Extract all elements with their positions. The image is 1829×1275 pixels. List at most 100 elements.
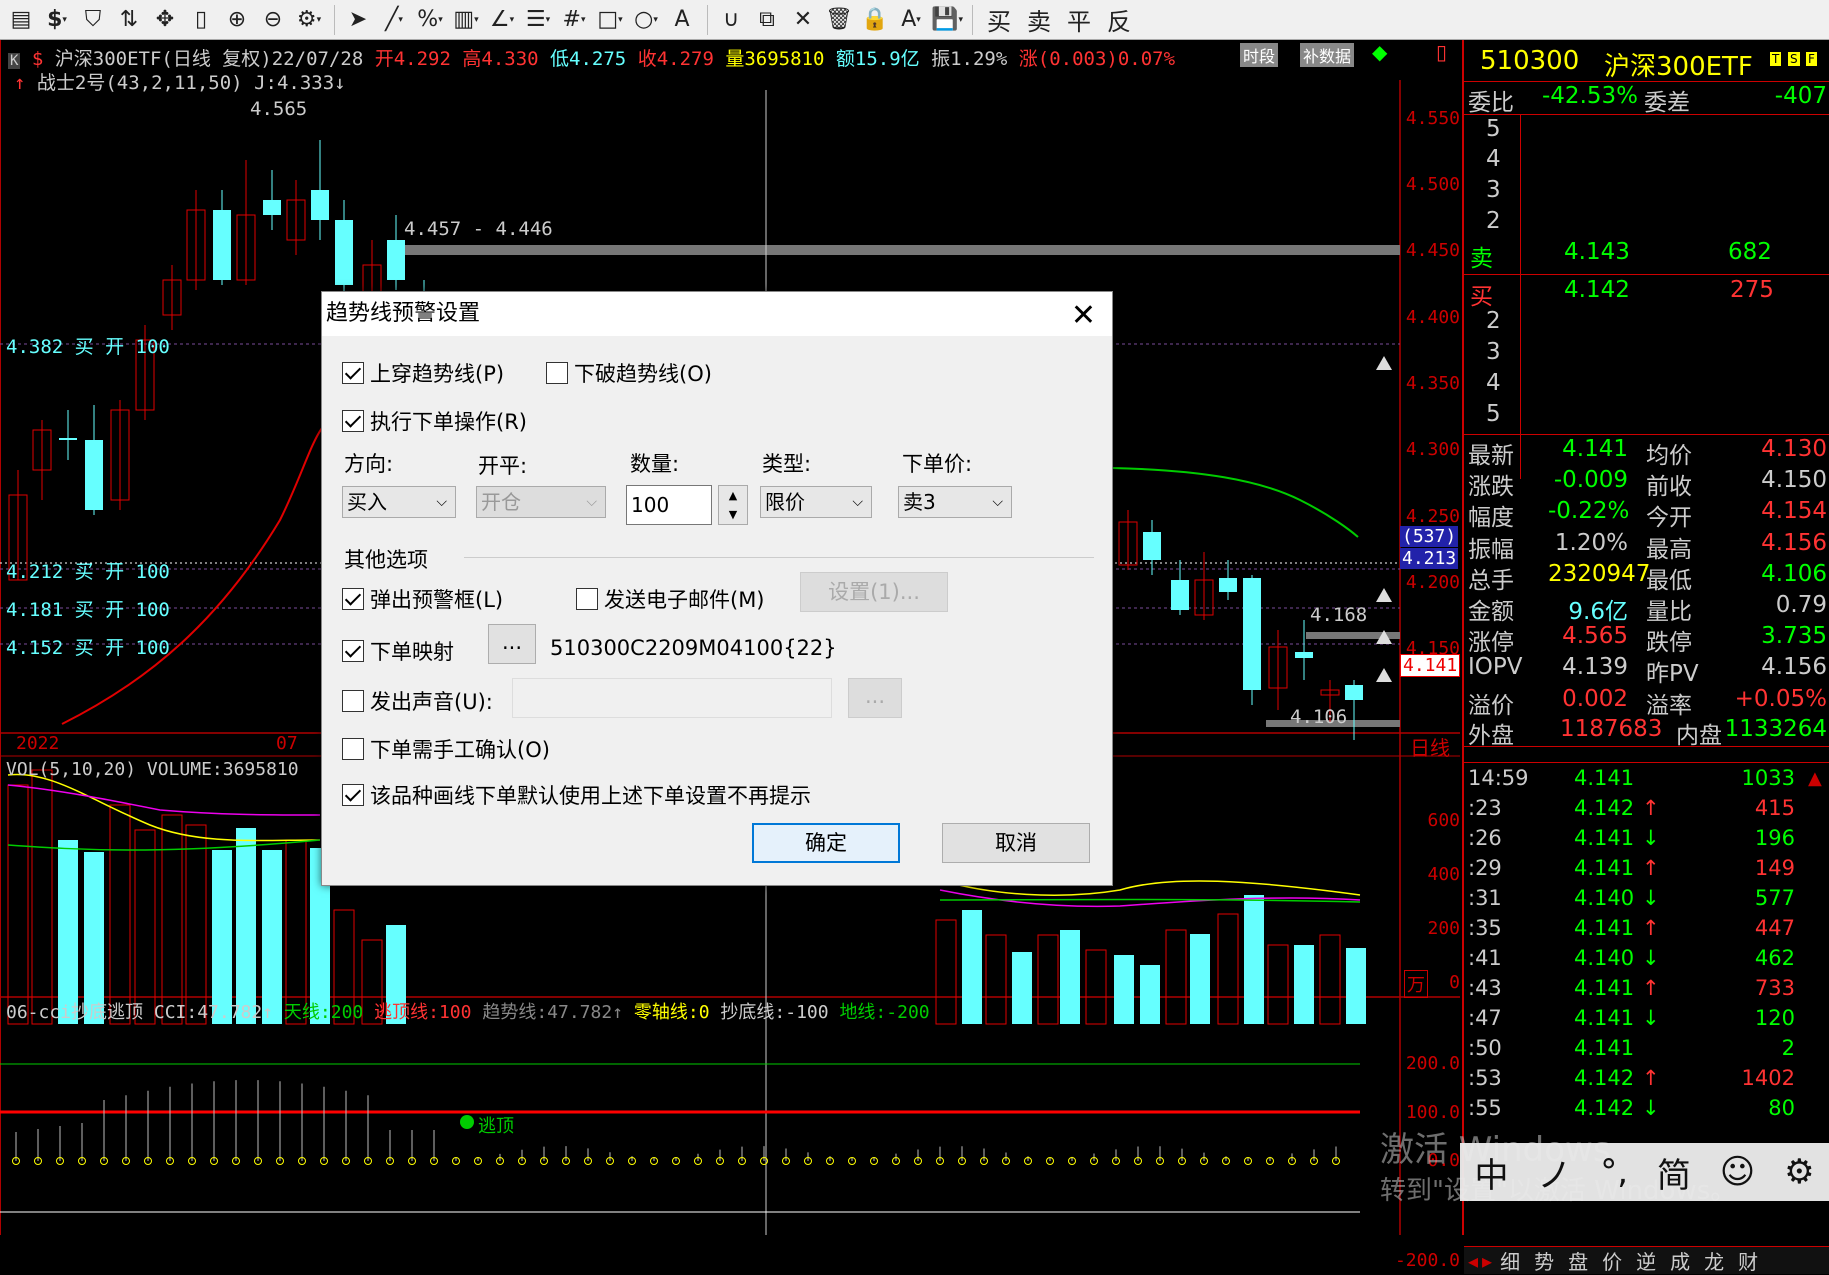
tab-finance[interactable]: 财	[1738, 1246, 1758, 1275]
line-icon[interactable]: ╱ ▾	[377, 3, 411, 37]
cancel-button[interactable]: 取消	[942, 823, 1090, 863]
order-line-1[interactable]: 4.382 买 开 100	[6, 332, 170, 359]
ruler-icon[interactable]: ▯	[184, 3, 218, 37]
cb-cross-up[interactable]: 上穿趋势线(P)	[342, 358, 504, 388]
color-icon[interactable]: A ▾	[894, 3, 928, 37]
ime-simplified-icon[interactable]: 简	[1657, 1148, 1691, 1197]
candle-body	[311, 190, 329, 220]
stat-value: 0.002	[1562, 685, 1628, 712]
cb-order-mapping[interactable]: 下单映射	[342, 636, 454, 666]
cb-use-default[interactable]: 该品种画线下单默认使用上述下单设置不再提示	[342, 780, 811, 810]
copy-icon[interactable]: ⧉	[750, 3, 784, 37]
tab-price[interactable]: 价	[1602, 1246, 1622, 1275]
vol-tick: 200	[1427, 918, 1460, 939]
cross-icon[interactable]: ✕	[786, 3, 820, 37]
ime-chinese-icon[interactable]: 中	[1474, 1148, 1508, 1197]
lock-icon[interactable]: 🔒	[858, 3, 892, 37]
ime-punct-icon[interactable]: °,	[1600, 1152, 1628, 1192]
volume-bar	[185, 824, 207, 1025]
cb-play-sound[interactable]: 发出声音(U):	[342, 686, 493, 716]
dollar-icon[interactable]: $ ▾	[40, 3, 74, 37]
sell-level-5[interactable]: 5	[1464, 116, 1829, 146]
reverse-button[interactable]: 反	[1099, 2, 1139, 37]
zoom-in-icon[interactable]: ⊕	[220, 3, 254, 37]
gear-icon[interactable]: ⚙ ▾	[292, 3, 326, 37]
stat-label: 昨PV	[1646, 661, 1699, 688]
tab-book[interactable]: 盘	[1568, 1246, 1588, 1275]
sell-button[interactable]: 卖	[1019, 2, 1059, 37]
trash-icon[interactable]: 🗑	[822, 3, 856, 37]
stat-row: 最新 4.141 均价 4.130	[1464, 436, 1829, 469]
buy-level-4[interactable]: 4	[1464, 370, 1829, 400]
tab-detail[interactable]: 细	[1500, 1246, 1520, 1275]
grid-icon[interactable]: # ▾	[557, 3, 591, 37]
filter-icon[interactable]: ⛉	[76, 3, 110, 37]
tab-dragon[interactable]: 龙	[1704, 1246, 1724, 1275]
k-icon[interactable]: K	[8, 53, 21, 69]
chevron-down-icon: ⌵	[852, 494, 863, 510]
quantity-stepper[interactable]: ▲ ▼	[718, 485, 748, 525]
panel-toggle-icon[interactable]: ▯	[1436, 40, 1447, 64]
tab-deal[interactable]: 成	[1670, 1246, 1690, 1275]
tab-prev-icon[interactable]: ◂	[1468, 1249, 1478, 1273]
candle-body	[59, 438, 77, 440]
ime-settings-icon[interactable]: ⚙	[1784, 1152, 1814, 1192]
price-select[interactable]: 卖3 ⌵	[898, 486, 1012, 518]
ime-emoji-icon[interactable]: ☺	[1720, 1152, 1755, 1192]
mapping-browse-button[interactable]: ...	[488, 624, 536, 664]
volume-bar	[109, 804, 131, 1025]
direction-select[interactable]: 买入 ⌵	[342, 486, 456, 518]
text-icon[interactable]: A	[665, 3, 699, 37]
buy-level-5[interactable]: 5	[1464, 401, 1829, 431]
cb-execute-order[interactable]: 执行下单操作(R)	[342, 406, 527, 436]
sell-level-2[interactable]: 2	[1464, 208, 1829, 238]
bars-icon[interactable]: ▥ ▾	[449, 3, 483, 37]
stat-label: 最低	[1646, 567, 1692, 594]
buy-level-2[interactable]: 2	[1464, 308, 1829, 338]
f-badge-icon: F	[1806, 52, 1817, 66]
order-line-4[interactable]: 4.152 买 开 100	[6, 633, 170, 660]
close-position-button[interactable]: 平	[1059, 2, 1099, 37]
type-select[interactable]: 限价 ⌵	[760, 486, 872, 518]
cb-break-down[interactable]: 下破趋势线(O)	[546, 358, 712, 388]
candle-body	[335, 220, 353, 285]
circle-icon[interactable]: ○ ▾	[629, 3, 663, 37]
order-line-3[interactable]: 4.181 买 开 100	[6, 595, 170, 622]
sell-level-1[interactable]: 卖 4.143 682	[1464, 239, 1829, 272]
ime-moon-icon[interactable]: ノ	[1537, 1148, 1571, 1197]
angle-icon[interactable]: ∠ ▾	[485, 3, 519, 37]
buy-level-1[interactable]: 买 4.142 275	[1464, 277, 1829, 310]
buy-button[interactable]: 买	[979, 2, 1019, 37]
tick-row: :29 4.141 ↑ 149	[1468, 856, 1795, 880]
zoom-out-icon[interactable]: ⊖	[256, 3, 290, 37]
move-icon[interactable]: ✥	[148, 3, 182, 37]
list-icon[interactable]: ☰ ▾	[521, 3, 555, 37]
period-label[interactable]: 日线	[1410, 732, 1450, 761]
swap-icon[interactable]: ⇅	[112, 3, 146, 37]
order-line-2[interactable]: 4.212 买 开 100	[6, 557, 170, 584]
tab-reverse[interactable]: 逆	[1636, 1246, 1656, 1275]
y-tick: 4.200	[1405, 572, 1460, 593]
magnet-icon[interactable]: ∪	[714, 3, 748, 37]
cb-popup-alert[interactable]: 弹出预警框(L)	[342, 584, 503, 614]
tab-trend[interactable]: 势	[1534, 1246, 1554, 1275]
scroll-up-icon[interactable]: ▲	[1808, 768, 1822, 789]
candle-body	[85, 440, 103, 510]
file-icon[interactable]: ▤	[4, 3, 38, 37]
buy-level-3[interactable]: 3	[1464, 339, 1829, 369]
quantity-input[interactable]: 100	[626, 485, 712, 525]
rect-icon[interactable]: □ ▾	[593, 3, 627, 37]
percent-icon[interactable]: % ▾	[413, 3, 447, 37]
sell-level-4[interactable]: 4	[1464, 146, 1829, 176]
volume-bar	[134, 829, 156, 1025]
sell-level-3[interactable]: 3	[1464, 177, 1829, 207]
supplement-data-tag[interactable]: 补数据	[1300, 43, 1355, 67]
tab-next-icon[interactable]: ▸	[1482, 1249, 1492, 1273]
close-icon[interactable]: ✕	[1071, 298, 1096, 333]
session-tag[interactable]: 时段	[1240, 43, 1279, 67]
cb-manual-confirm[interactable]: 下单需手工确认(O)	[342, 734, 550, 764]
cursor-icon[interactable]: ➤	[341, 3, 375, 37]
save-icon[interactable]: 💾 ▾	[930, 3, 964, 37]
cb-send-email[interactable]: 发送电子邮件(M)	[576, 584, 765, 614]
ok-button[interactable]: 确定	[752, 823, 900, 863]
